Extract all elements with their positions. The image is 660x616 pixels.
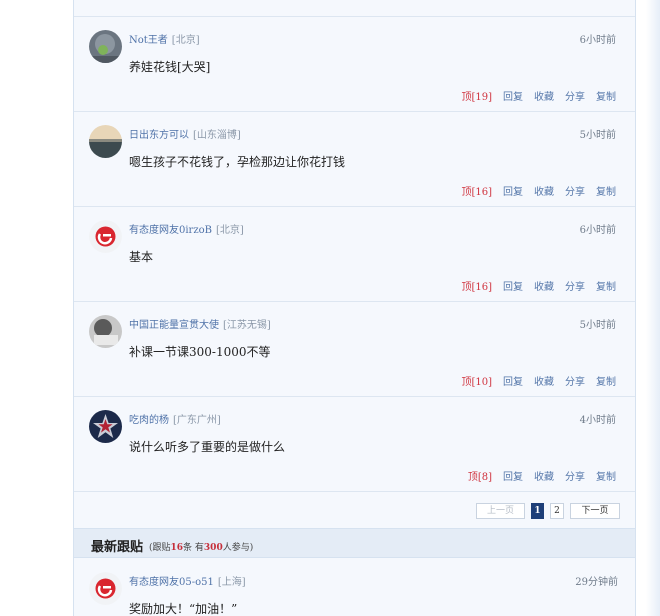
share-button[interactable]: 分享 (565, 88, 585, 103)
upvote-button[interactable]: 顶[16] (461, 278, 492, 293)
avatar[interactable] (89, 30, 122, 63)
favorite-button[interactable]: 收藏 (534, 183, 554, 198)
upvote-button[interactable]: 顶[10] (461, 373, 492, 388)
author-line: 日出东方可以 [山东淄博] (129, 126, 241, 141)
comment-time: 6小时前 (579, 225, 616, 236)
author-line: 有态度网友0irzoB [北京] (129, 221, 244, 236)
comment-text: 说什么听多了重要的是做什么 (129, 440, 286, 454)
comment-actions: 顶[8] 回复 收藏 分享 复制 (468, 468, 616, 483)
comments-panel: Not王者 [北京] 6小时前 养娃花钱[大哭] 顶[19] 回复 收藏 分享 复… (73, 0, 636, 616)
page-right-edge (646, 0, 660, 616)
comment-item: 有态度网友05-o51 [上海] 29分钟前 奖励加大！“加油！” (74, 559, 635, 616)
pagination: 上一页 1 2 下一页 (476, 503, 620, 519)
comment-item: 吃肉的杨 [广东广州] 4小时前 说什么听多了重要的是做什么 顶[8] 回复 收藏… (74, 397, 635, 492)
share-button[interactable]: 分享 (565, 373, 585, 388)
reply-button[interactable]: 回复 (503, 468, 523, 483)
comment-item: 日出东方可以 [山东淄博] 5小时前 嗯生孩子不花钱了，孕检那边让你花打钱 顶[1… (74, 112, 635, 207)
copy-button[interactable]: 复制 (596, 468, 616, 483)
comment-time: 5小时前 (579, 320, 616, 331)
comment-actions: 顶[10] 回复 收藏 分享 复制 (461, 373, 616, 388)
netease-logo-icon[interactable] (89, 220, 122, 253)
page-1-button[interactable]: 1 (531, 503, 544, 519)
share-button[interactable]: 分享 (565, 468, 585, 483)
comment-item: 中国正能量宣贯大使 [江苏无锡] 5小时前 补课一节课300-1000不等 顶[1… (74, 302, 635, 397)
reply-button[interactable]: 回复 (503, 373, 523, 388)
favorite-button[interactable]: 收藏 (534, 373, 554, 388)
post-count: 16 (170, 543, 184, 553)
section-stats: (跟贴16条 有300人参与) (149, 540, 253, 553)
author-name[interactable]: 有态度网友0irzoB (129, 225, 212, 236)
copy-button[interactable]: 复制 (596, 183, 616, 198)
stats-mid: 条 有 (183, 543, 204, 553)
comment-item: Not王者 [北京] 6小时前 养娃花钱[大哭] 顶[19] 回复 收藏 分享 复… (74, 17, 635, 112)
copy-button[interactable]: 复制 (596, 88, 616, 103)
comment-text: 嗯生孩子不花钱了，孕检那边让你花打钱 (129, 155, 346, 169)
stats-suffix: 人参与) (222, 543, 254, 553)
upvote-button[interactable]: 顶[16] (461, 183, 492, 198)
stats-prefix: (跟贴 (149, 543, 171, 553)
author-line: 有态度网友05-o51 [上海] (129, 573, 246, 588)
comment-item: 有态度网友0irzoB [北京] 6小时前 基本 顶[16] 回复 收藏 分享 复… (74, 207, 635, 302)
comment-time: 5小时前 (579, 130, 616, 141)
share-button[interactable]: 分享 (565, 183, 585, 198)
reply-button[interactable]: 回复 (503, 88, 523, 103)
author-location: [北京] (171, 35, 200, 46)
comment-actions: 顶[19] 回复 收藏 分享 复制 (461, 88, 616, 103)
comment-text: 奖励加大！“加油！” (129, 602, 238, 616)
comment-time: 4小时前 (579, 415, 616, 426)
author-location: [北京] (215, 225, 244, 236)
participant-count: 300 (203, 543, 223, 553)
upvote-button[interactable]: 顶[8] (468, 468, 492, 483)
reply-button[interactable]: 回复 (503, 183, 523, 198)
author-line: Not王者 [北京] (129, 31, 200, 46)
comment-text: 基本 (129, 250, 154, 264)
author-location: [上海] (217, 577, 246, 588)
comment-actions: 顶[16] 回复 收藏 分享 复制 (461, 183, 616, 198)
netease-logo-icon[interactable] (89, 572, 122, 605)
latest-section-header: 最新跟贴 (跟贴16条 有300人参与) (74, 528, 635, 558)
author-name[interactable]: 中国正能量宣贯大使 (129, 320, 219, 331)
next-page-button[interactable]: 下一页 (570, 503, 620, 519)
comment-time: 29分钟前 (575, 577, 618, 588)
prev-page-button[interactable]: 上一页 (476, 503, 525, 519)
copy-button[interactable]: 复制 (596, 373, 616, 388)
favorite-button[interactable]: 收藏 (534, 278, 554, 293)
avatar[interactable] (89, 315, 122, 348)
author-line: 吃肉的杨 [广东广州] (129, 411, 221, 426)
author-name[interactable]: 吃肉的杨 (129, 415, 169, 426)
share-button[interactable]: 分享 (565, 278, 585, 293)
author-line: 中国正能量宣贯大使 [江苏无锡] (129, 316, 271, 331)
author-location: [山东淄博] (193, 130, 241, 141)
comment-text: 补课一节课300-1000不等 (129, 345, 271, 359)
comment-actions: 顶[16] 回复 收藏 分享 复制 (461, 278, 616, 293)
previous-comment-tail (74, 0, 635, 17)
avatar[interactable] (89, 410, 122, 443)
favorite-button[interactable]: 收藏 (534, 88, 554, 103)
comment-time: 6小时前 (579, 35, 616, 46)
author-name[interactable]: 日出东方可以 (129, 130, 189, 141)
author-location: [广东广州] (173, 415, 221, 426)
page-2-button[interactable]: 2 (550, 503, 564, 519)
author-location: [江苏无锡] (223, 320, 271, 331)
comment-text: 养娃花钱[大哭] (129, 60, 211, 74)
reply-button[interactable]: 回复 (503, 278, 523, 293)
copy-button[interactable]: 复制 (596, 278, 616, 293)
upvote-button[interactable]: 顶[19] (461, 88, 492, 103)
section-title: 最新跟贴 (91, 540, 144, 555)
avatar[interactable] (89, 125, 122, 158)
author-name[interactable]: 有态度网友05-o51 (129, 577, 214, 588)
favorite-button[interactable]: 收藏 (534, 468, 554, 483)
author-name[interactable]: Not王者 (129, 35, 168, 46)
